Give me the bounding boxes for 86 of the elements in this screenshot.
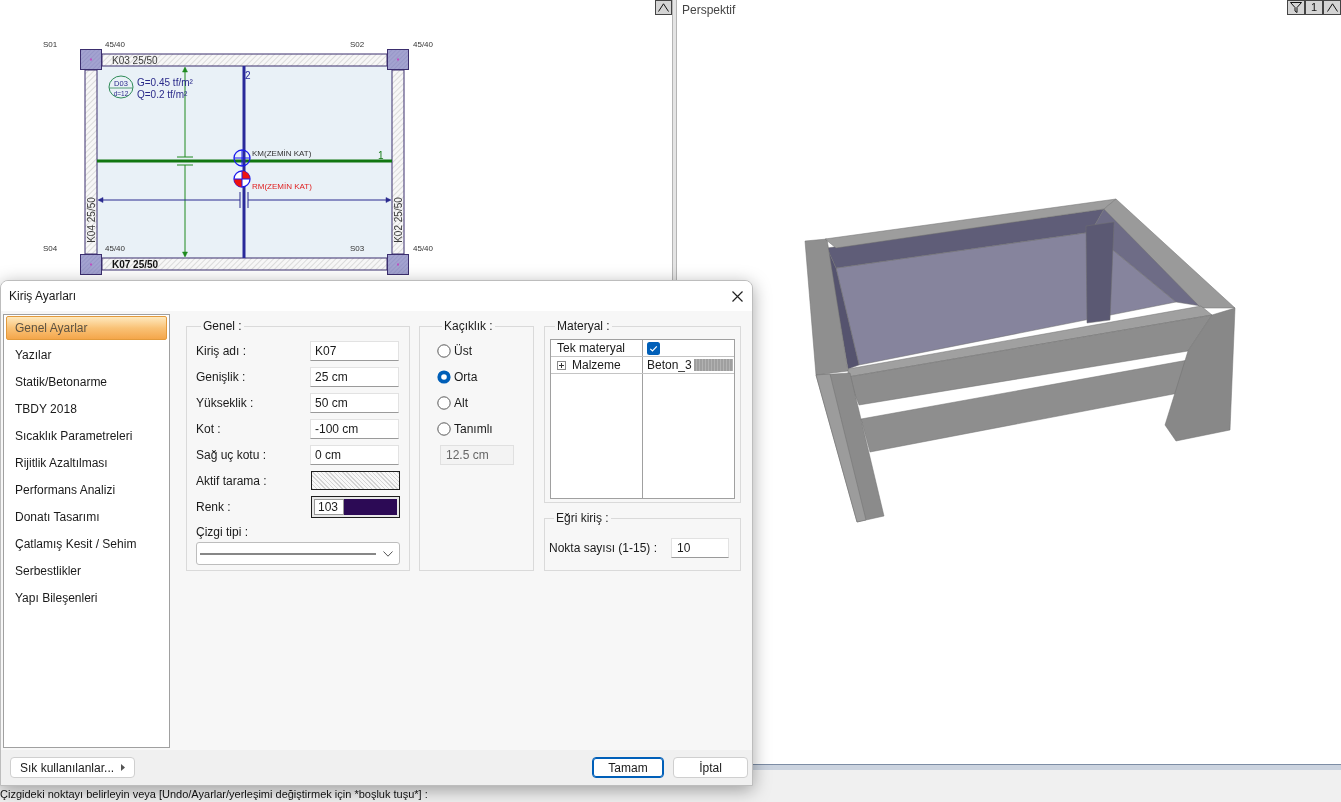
text-field[interactable]: 0 cm (310, 445, 399, 465)
quadrant-marker-icon (233, 170, 251, 188)
load-label: G=0.45 tf/m² (137, 77, 193, 88)
close-icon (731, 290, 743, 302)
field-label: Yükseklik : (196, 395, 255, 412)
caret-right-icon (121, 764, 125, 771)
crosshair-marker-icon (233, 149, 251, 167)
field-label: Çizgi tipi : (196, 525, 249, 539)
text-field[interactable]: K07 (310, 341, 399, 361)
triangle-up-icon (658, 3, 669, 12)
field-label: Aktif tarama : (196, 472, 268, 490)
column-label: S01 (43, 40, 58, 49)
beam-label: K07 25/50 (112, 259, 159, 270)
column-label: S03 (350, 244, 365, 253)
solid-line-icon (200, 552, 376, 555)
load-label: Q=0.2 tf/m² (137, 89, 188, 100)
column-square (387, 254, 409, 275)
line-type-dropdown[interactable] (196, 542, 400, 565)
hatch-pattern-field[interactable] (311, 471, 400, 490)
sidebar-item[interactable]: Performans Analizi (6, 478, 167, 502)
column-size-label: 45/40 (413, 244, 434, 253)
field-label: Kiriş adı : (196, 343, 247, 360)
radio-button[interactable]: Alt (437, 395, 533, 411)
chevron-down-icon (383, 550, 393, 557)
text-field[interactable]: -100 cm (310, 419, 399, 439)
column-size-label: 45/40 (105, 40, 126, 49)
radio-button[interactable]: Üst (437, 343, 533, 359)
dialog-button[interactable]: Tamam (592, 757, 664, 778)
sidebar-item[interactable]: Genel Ayarlar (6, 316, 167, 340)
sidebar-item[interactable]: Serbestlikler (6, 559, 167, 583)
axis-label: 2 (245, 70, 251, 81)
column-label: S02 (350, 40, 365, 49)
property-value: Beton_3 (647, 357, 692, 373)
column-size-label: 45/40 (413, 40, 434, 49)
field-label: Nokta sayısı (1-15) : (549, 540, 658, 557)
column-square (80, 254, 102, 275)
beam-label: K02 25/50 (393, 197, 404, 243)
column-size-label: 45/40 (105, 244, 126, 253)
view-title: Perspektif (682, 3, 736, 17)
color-index-value: 103 (314, 499, 344, 515)
column-square (387, 49, 409, 70)
property-label: Tek materyal (557, 340, 626, 356)
text-field[interactable]: 10 (671, 538, 729, 558)
dialog-button[interactable]: İptal (673, 757, 748, 778)
filter-button[interactable] (1287, 0, 1305, 15)
view-number-button[interactable]: 1 (1305, 0, 1323, 15)
command-prompt-text: Çizgideki noktayı belirleyin veya [Undo/Ayarlar/yerleşimi değiştirmek için *boşluk tuşu*] : (0, 788, 428, 801)
favorites-button[interactable]: Sık kullanılanlar... (10, 757, 135, 778)
sidebar-item[interactable]: Yazılar (6, 343, 167, 367)
hatch-swatch-icon (693, 359, 733, 371)
sidebar-item[interactable]: Rijitlik Azaltılması (6, 451, 167, 475)
plus-box-icon[interactable] (557, 360, 566, 370)
sidebar-item[interactable]: TBDY 2018 (6, 397, 167, 421)
sidebar-item[interactable]: Yapı Bileşenleri (6, 586, 167, 610)
field-label: Sağ uç kotu : (196, 447, 268, 464)
column-label: S04 (43, 244, 58, 253)
sidebar-item[interactable]: Statik/Betonarme (6, 370, 167, 394)
sidebar-item[interactable]: Donatı Tasarımı (6, 505, 167, 529)
group-title: Materyal : (556, 319, 611, 333)
radio-button[interactable]: Tanımlı (437, 421, 533, 437)
text-field[interactable]: 50 cm (310, 393, 399, 413)
group-title: Kaçıklık : (443, 319, 494, 333)
group-title: Eğri kiriş : (555, 511, 610, 525)
group-title: Genel : (202, 319, 243, 333)
collapse-button[interactable] (1323, 0, 1341, 15)
field-label: Kot : (196, 421, 222, 438)
checkbox[interactable] (647, 341, 660, 355)
slab-tag-circle (108, 75, 134, 99)
sidebar-item[interactable]: Çatlamış Kesit / Sehim (6, 532, 167, 556)
color-picker-field[interactable]: 103 (311, 496, 400, 518)
collapse-button[interactable] (655, 0, 672, 15)
text-field[interactable]: 25 cm (310, 367, 399, 387)
dialog-title: Kiriş Ayarları (9, 288, 77, 305)
axis-label: 1 (378, 150, 384, 161)
filter-icon (1290, 2, 1302, 13)
radio-button[interactable]: Orta (437, 369, 533, 385)
beam-label: K04 25/50 (86, 197, 97, 243)
field-label: Renk : (196, 499, 232, 516)
marker-label: RM(ZEMİN KAT) (252, 182, 312, 191)
property-label: Malzeme (572, 357, 621, 373)
column-square (80, 49, 102, 70)
sidebar-item[interactable]: Sıcaklık Parametreleri (6, 424, 167, 448)
field-label: Genişlik : (196, 369, 247, 386)
beam-label: K03 25/50 (112, 55, 158, 66)
marker-label: KM(ZEMİN KAT) (252, 149, 312, 158)
triangle-up-icon (1326, 3, 1338, 12)
